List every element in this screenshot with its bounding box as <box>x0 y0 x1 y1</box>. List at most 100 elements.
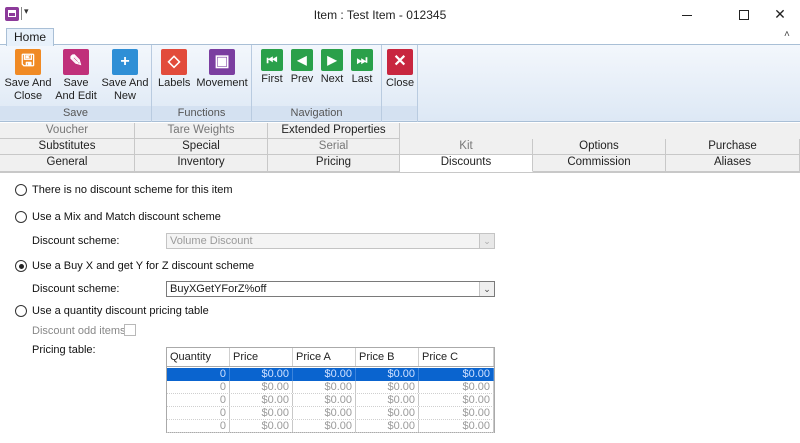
save-and-edit-button[interactable]: ✎ Save And Edit <box>52 49 100 103</box>
table-cell[interactable]: $0.00 <box>356 381 419 393</box>
column-header[interactable]: Price <box>230 348 293 366</box>
prev-button[interactable]: ◀ Prev <box>288 49 316 86</box>
item-tab-grid: Voucher Tare Weights Extended Properties… <box>0 123 800 172</box>
next-icon: ▶ <box>321 49 343 71</box>
table-cell[interactable]: $0.00 <box>293 368 356 381</box>
table-header-row: Quantity Price Price A Price B Price C <box>167 348 494 367</box>
movement-button[interactable]: ▣ Movement <box>196 49 248 90</box>
table-cell[interactable]: $0.00 <box>356 407 419 419</box>
radio-buy-x-get-y[interactable] <box>15 260 27 272</box>
column-header[interactable]: Price A <box>293 348 356 366</box>
table-cell[interactable]: $0.00 <box>230 407 293 419</box>
discount-odd-items-checkbox[interactable] <box>124 324 136 336</box>
ribbon-group-label-navigation: Navigation <box>252 106 381 120</box>
save-and-new-button[interactable]: + Save And New <box>100 49 150 103</box>
tab-commission[interactable]: Commission <box>533 155 666 172</box>
tab-kit[interactable]: Kit <box>400 139 533 155</box>
table-cell[interactable]: 0 <box>167 407 230 419</box>
table-cell[interactable]: $0.00 <box>230 394 293 406</box>
ribbon-group-navigation: ⏮ First ◀ Prev ▶ Next ⏭ Last Navigation <box>252 45 382 122</box>
last-icon: ⏭ <box>351 49 373 71</box>
table-cell[interactable]: $0.00 <box>293 381 356 393</box>
table-cell[interactable]: $0.00 <box>419 420 494 432</box>
label-buyx-discount-scheme: Discount scheme: <box>32 283 120 295</box>
table-cell[interactable]: 0 <box>167 394 230 406</box>
labels-button[interactable]: ◇ Labels <box>158 49 190 90</box>
column-header[interactable]: Price B <box>356 348 419 366</box>
tab-extended-properties[interactable]: Extended Properties <box>268 123 400 139</box>
tab-substitutes[interactable]: Substitutes <box>0 139 135 155</box>
mix-discount-scheme-select[interactable]: Volume Discount ⌄ <box>166 233 495 249</box>
table-cell[interactable]: $0.00 <box>230 420 293 432</box>
tag-icon: ◇ <box>161 49 187 75</box>
column-header[interactable]: Price C <box>419 348 494 366</box>
label-discount-odd-items: Discount odd items: <box>32 325 129 337</box>
tab-general[interactable]: General <box>0 155 135 172</box>
tab-aliases[interactable]: Aliases <box>666 155 800 172</box>
minimize-button[interactable] <box>665 0 709 28</box>
buyx-discount-scheme-select[interactable]: BuyXGetYForZ%off ⌄ <box>166 281 495 297</box>
label-mix-discount-scheme: Discount scheme: <box>32 235 120 247</box>
tab-special[interactable]: Special <box>135 139 268 155</box>
tab-voucher[interactable]: Voucher <box>0 123 135 139</box>
tab-home[interactable]: Home <box>6 28 54 46</box>
tab-tare-weights[interactable]: Tare Weights <box>135 123 268 139</box>
ribbon: 🖫 Save And Close ✎ Save And Edit + Save … <box>0 44 800 122</box>
table-cell[interactable]: $0.00 <box>230 368 293 381</box>
table-cell[interactable]: $0.00 <box>419 381 494 393</box>
table-cell[interactable]: $0.00 <box>356 420 419 432</box>
first-icon: ⏮ <box>261 49 283 71</box>
table-cell[interactable]: $0.00 <box>230 381 293 393</box>
column-header[interactable]: Quantity <box>167 348 230 366</box>
maximize-icon <box>739 10 749 21</box>
tab-options[interactable]: Options <box>533 139 666 155</box>
tab-discounts[interactable]: Discounts <box>400 155 533 172</box>
close-button[interactable]: ✕ Close <box>384 49 416 90</box>
label-pricing-table: Pricing table: <box>32 344 96 356</box>
label-quantity-pricing: Use a quantity discount pricing table <box>32 305 209 317</box>
table-cell[interactable]: $0.00 <box>419 368 494 381</box>
table-cell[interactable]: $0.00 <box>293 394 356 406</box>
table-cell[interactable]: $0.00 <box>293 407 356 419</box>
table-cell[interactable]: $0.00 <box>419 407 494 419</box>
ribbon-group-label-save: Save <box>0 106 151 120</box>
table-cell[interactable]: 0 <box>167 420 230 432</box>
table-cell[interactable]: $0.00 <box>293 420 356 432</box>
save-close-icon: 🖫 <box>15 49 41 75</box>
pricing-table-grid[interactable]: Quantity Price Price A Price B Price C 0… <box>166 347 495 433</box>
table-row[interactable]: 0 $0.00 $0.00 $0.00 $0.00 <box>167 381 494 394</box>
tab-serial[interactable]: Serial <box>268 139 400 155</box>
ribbon-group-label-close <box>382 106 417 120</box>
table-row[interactable]: 0 $0.00 $0.00 $0.00 $0.00 <box>167 407 494 420</box>
chevron-down-icon: ⌄ <box>479 282 494 296</box>
radio-no-discount[interactable] <box>15 184 27 196</box>
next-button[interactable]: ▶ Next <box>318 49 346 86</box>
last-button[interactable]: ⏭ Last <box>348 49 376 86</box>
ribbon-collapse-icon[interactable]: ˄ <box>784 29 790 40</box>
label-mix-and-match: Use a Mix and Match discount scheme <box>32 211 221 223</box>
tab-pricing[interactable]: Pricing <box>268 155 400 172</box>
prev-icon: ◀ <box>291 49 313 71</box>
table-cell[interactable]: $0.00 <box>356 394 419 406</box>
save-new-icon: + <box>112 49 138 75</box>
minimize-icon <box>682 14 692 16</box>
ribbon-group-label-functions: Functions <box>152 106 251 120</box>
chevron-down-icon: ⌄ <box>479 234 494 248</box>
save-edit-icon: ✎ <box>63 49 89 75</box>
first-button[interactable]: ⏮ First <box>258 49 286 86</box>
table-cell[interactable]: 0 <box>167 381 230 393</box>
table-cell[interactable]: 0 <box>167 368 230 381</box>
save-and-close-button[interactable]: 🖫 Save And Close <box>4 49 52 103</box>
table-cell[interactable]: $0.00 <box>356 368 419 381</box>
table-row[interactable]: 0 $0.00 $0.00 $0.00 $0.00 <box>167 368 494 381</box>
table-row[interactable]: 0 $0.00 $0.00 $0.00 $0.00 <box>167 394 494 407</box>
window-title: Item : Test Item - 012345 <box>313 8 447 22</box>
ribbon-group-save: 🖫 Save And Close ✎ Save And Edit + Save … <box>0 45 152 122</box>
radio-quantity-pricing[interactable] <box>15 305 27 317</box>
radio-mix-and-match[interactable] <box>15 211 27 223</box>
tab-purchase[interactable]: Purchase <box>666 139 800 155</box>
table-cell[interactable]: $0.00 <box>419 394 494 406</box>
tab-inventory[interactable]: Inventory <box>135 155 268 172</box>
table-row[interactable]: 0 $0.00 $0.00 $0.00 $0.00 <box>167 420 494 433</box>
close-window-button[interactable]: ✕ <box>758 0 800 28</box>
